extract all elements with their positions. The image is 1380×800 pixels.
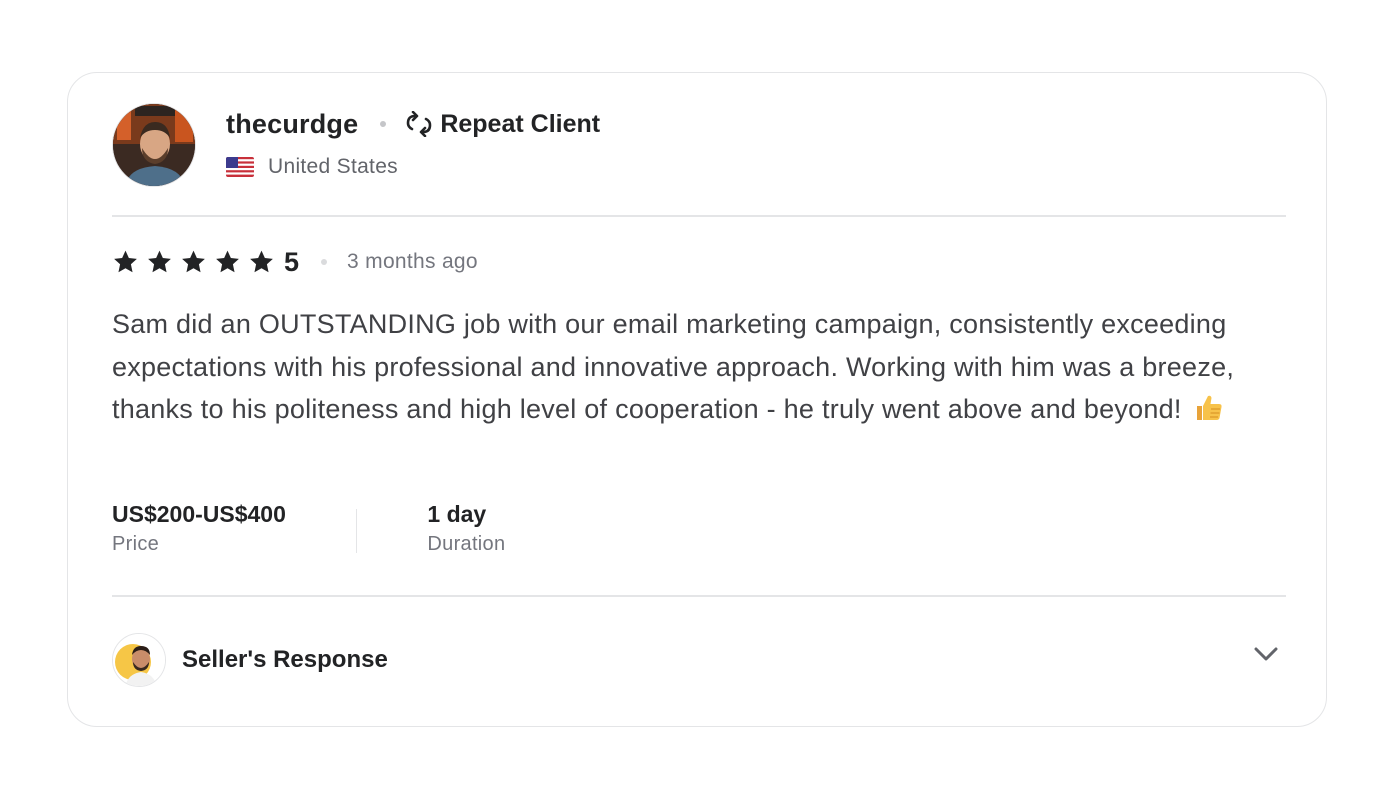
seller-response-toggle[interactable]: Seller's Response bbox=[112, 633, 1286, 687]
star-icon bbox=[216, 250, 239, 273]
star-icon bbox=[148, 250, 171, 273]
rating-row: 5 3 months ago bbox=[112, 245, 478, 279]
star-icon bbox=[182, 250, 205, 273]
review-header: thecurdge Repeat Client United States bbox=[112, 103, 600, 187]
price-value: US$200-US$400 bbox=[112, 501, 286, 527]
duration-block: 1 day Duration bbox=[427, 497, 505, 556]
duration-label: Duration bbox=[427, 533, 506, 555]
reviewer-country: United States bbox=[268, 155, 398, 178]
thumbs-up-icon bbox=[1197, 395, 1223, 420]
star-icon bbox=[250, 250, 273, 273]
repeat-icon bbox=[407, 111, 432, 137]
seller-response-label: Seller's Response bbox=[182, 646, 388, 673]
seller-avatar bbox=[112, 633, 166, 687]
reviewer-username[interactable]: thecurdge bbox=[226, 109, 358, 140]
reviewer-avatar[interactable] bbox=[112, 103, 196, 187]
chevron-down-icon[interactable] bbox=[1252, 640, 1280, 668]
repeat-client-badge: Repeat Client bbox=[440, 109, 601, 138]
star-icon bbox=[114, 250, 137, 273]
review-body: Sam did an OUTSTANDING job with our emai… bbox=[112, 303, 1286, 431]
response-divider bbox=[112, 595, 1286, 597]
review-card: thecurdge Repeat Client United States 5 … bbox=[67, 72, 1327, 727]
review-time: 3 months ago bbox=[347, 250, 478, 273]
rating-value: 5 bbox=[284, 246, 300, 277]
price-label: Price bbox=[112, 533, 160, 555]
us-flag-icon bbox=[226, 157, 254, 177]
meta-divider bbox=[355, 509, 358, 553]
separator-dot bbox=[380, 121, 387, 127]
order-meta: US$200-US$400 Price 1 day Duration bbox=[112, 497, 505, 556]
review-text: Sam did an OUTSTANDING job with our emai… bbox=[112, 309, 1235, 424]
price-block: US$200-US$400 Price bbox=[112, 497, 286, 556]
separator-dot bbox=[321, 259, 328, 265]
header-divider bbox=[112, 215, 1286, 217]
duration-value: 1 day bbox=[427, 501, 487, 527]
star-rating bbox=[112, 249, 282, 275]
